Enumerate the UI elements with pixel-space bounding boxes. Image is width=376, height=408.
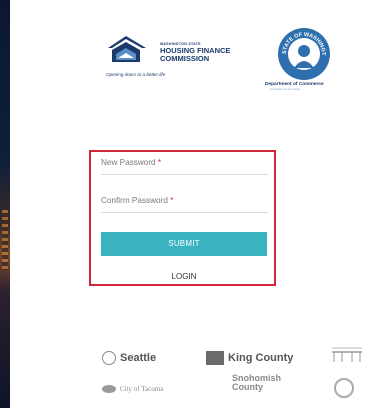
- snohomish-county-logo: Snohomish County: [232, 374, 281, 392]
- king-county-label: King County: [228, 351, 294, 364]
- bridge-icon: [332, 347, 362, 362]
- new-password-field[interactable]: New Password *: [101, 154, 268, 175]
- required-asterisk: *: [157, 158, 162, 167]
- seattle-seal-icon: [102, 350, 116, 365]
- house-icon: [108, 36, 146, 62]
- washington-state-seal: STATE OF WASHINGTON: [278, 28, 330, 80]
- submit-button[interactable]: SUBMIT: [101, 232, 267, 256]
- hfc-name: HOUSING FINANCE COMMISSION: [160, 47, 230, 63]
- login-link[interactable]: LOGIN: [101, 272, 267, 284]
- new-password-label: New Password *: [101, 158, 162, 167]
- county-seal-icon: [334, 378, 354, 398]
- king-county-icon: [206, 350, 224, 365]
- required-asterisk: *: [170, 196, 174, 205]
- header-logos: WASHINGTON STATE HOUSING FINANCE COMMISS…: [100, 28, 340, 91]
- hfc-name-line2: COMMISSION: [160, 54, 210, 63]
- king-county-logo: King County: [206, 349, 293, 367]
- housing-finance-commission-logo: WASHINGTON STATE HOUSING FINANCE COMMISS…: [100, 30, 250, 90]
- tacoma-logo: City of Tacoma: [102, 380, 163, 398]
- tacoma-label: City of Tacoma: [120, 384, 164, 393]
- seattle-label: Seattle: [120, 351, 157, 364]
- county-label: County: [232, 382, 263, 392]
- tacoma-mountain-icon: [102, 384, 116, 393]
- confirm-password-field[interactable]: Confirm Password *: [101, 192, 268, 213]
- seattle-logo: Seattle: [102, 349, 156, 367]
- confirm-password-label: Confirm Password *: [101, 196, 174, 205]
- background-photo-strip: [0, 0, 10, 408]
- hfc-tagline: Opening doors to a better life: [106, 72, 166, 77]
- commerce-tagline: Innovation is in our nature.: [270, 88, 301, 91]
- department-of-commerce-label: Department of Commerce: [265, 82, 324, 87]
- reset-password-form: New Password * Confirm Password * SUBMIT…: [89, 150, 276, 286]
- partner-logos: Seattle King County City of Tacoma Snoho…: [96, 344, 366, 404]
- svg-text:STATE OF WASHINGTON: STATE OF WASHINGTON: [278, 28, 326, 56]
- seal-ring-text: STATE OF WASHINGTON: [278, 28, 326, 56]
